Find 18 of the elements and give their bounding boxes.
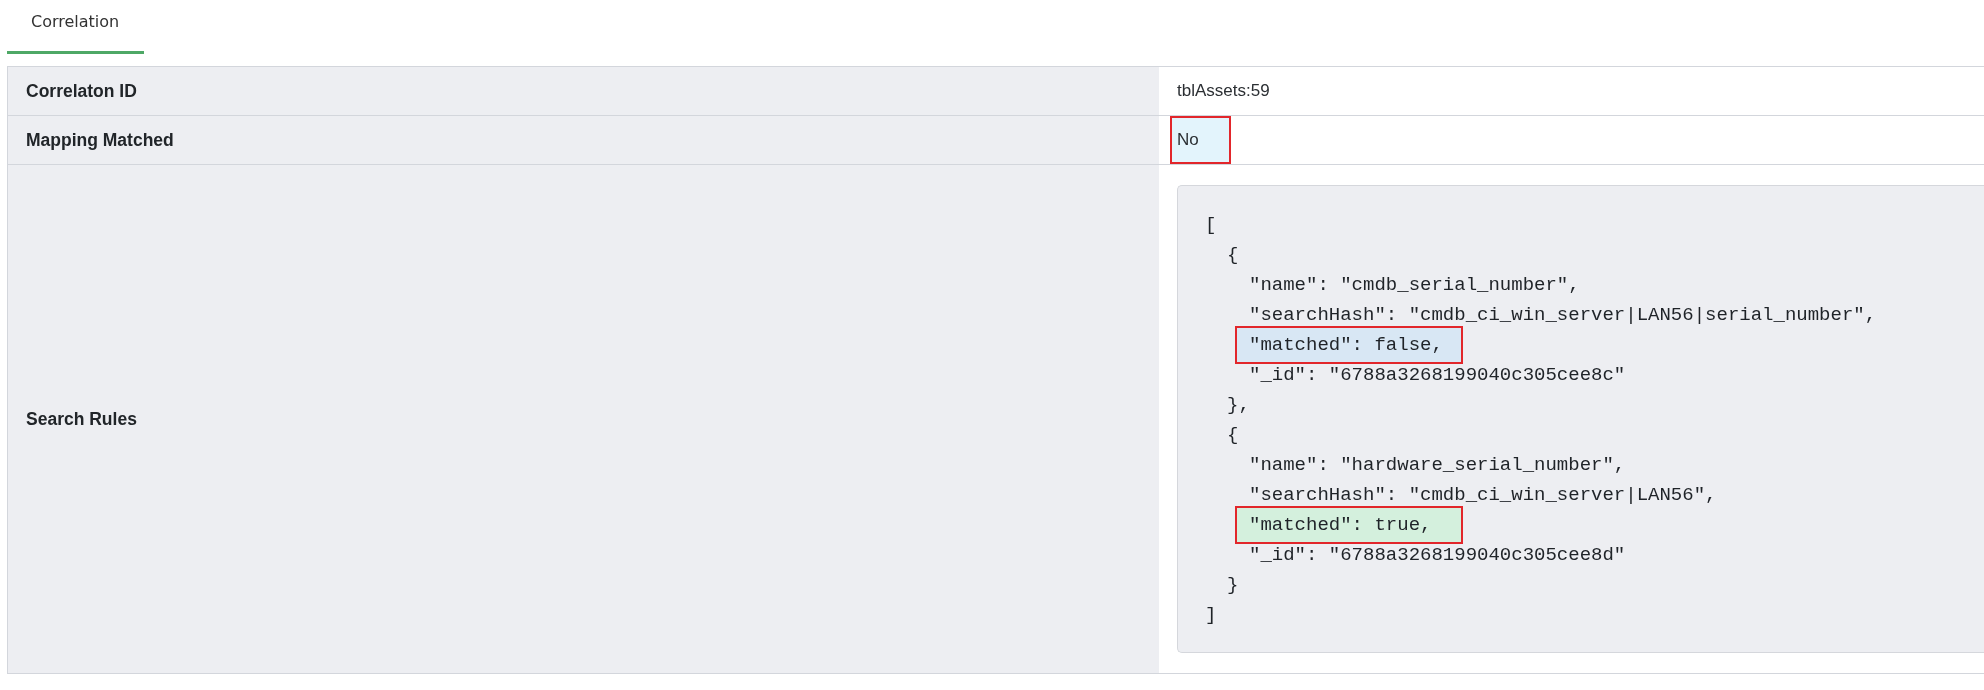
code-line: "_id": "6788a3268199040c305cee8c" — [1249, 364, 1626, 386]
code-line: "_id": "6788a3268199040c305cee8d" — [1249, 544, 1626, 566]
code-line: }, — [1227, 394, 1250, 416]
field-value: tblAssets:59 — [1177, 80, 1270, 102]
label-cell: Search Rules — [8, 165, 1159, 673]
code-line: { — [1227, 244, 1239, 266]
code-line: ] — [1205, 604, 1217, 626]
tab[interactable]: Correlation — [7, 0, 145, 54]
code-line: "searchHash": "cmdb_ci_win_server|LAN56|serial_number", — [1249, 304, 1877, 326]
highlighted-value: No — [1170, 116, 1231, 164]
label-cell: Mapping Matched — [8, 116, 1159, 164]
code-line: "searchHash": "cmdb_ci_win_server|LAN56", — [1249, 484, 1717, 506]
code-line: "name": "hardware_serial_number", — [1249, 454, 1626, 476]
code-line: [ — [1205, 214, 1217, 236]
code-line: } — [1227, 574, 1239, 596]
label-cell: Correlaton ID — [8, 67, 1159, 115]
code-line: { — [1227, 424, 1239, 446]
code-line: "name": "cmdb_serial_number", — [1249, 274, 1580, 296]
